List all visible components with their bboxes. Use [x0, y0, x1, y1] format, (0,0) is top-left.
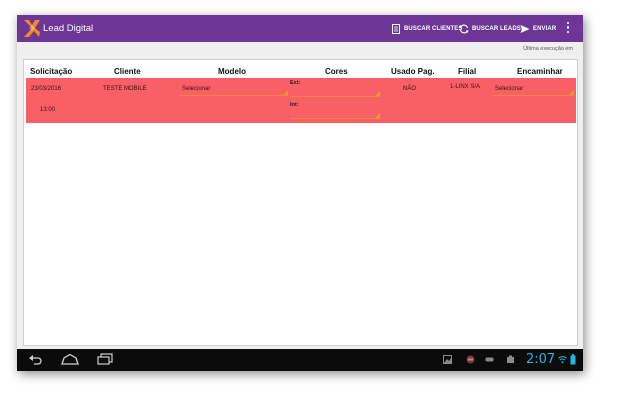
buscar-leads-label: BUSCAR LEADS: [472, 25, 521, 32]
dropdown-indicator-icon: [569, 90, 574, 95]
storage-notification-icon: [507, 355, 514, 363]
column-header-encaminhar: Encaminhar: [517, 67, 563, 76]
enviar-button[interactable]: ENVIAR: [520, 15, 556, 42]
column-header-solicitacao: Solicitação: [30, 67, 73, 76]
solicitacao-date: 23/03/2016: [31, 86, 62, 92]
buscar-clientes-button[interactable]: BUSCAR CLIENTES: [391, 15, 463, 42]
column-header-usado-pag: Usado Pag.: [391, 67, 435, 76]
dropdown-indicator-icon: [375, 113, 380, 118]
overflow-menu-icon[interactable]: [565, 22, 571, 36]
app-bar: Lead Digital BUSCAR CLIENTES BUSCAR LEAD…: [17, 15, 583, 42]
tablet-screen: Lead Digital BUSCAR CLIENTES BUSCAR LEAD…: [17, 15, 583, 371]
buscar-leads-button[interactable]: BUSCAR LEADS: [459, 15, 521, 42]
cliente-value: TESTE MOBILE: [103, 86, 147, 92]
cor-ext-select[interactable]: [290, 87, 380, 97]
app-notification-icon: [466, 355, 475, 364]
last-execution-status: Última execução em: [523, 46, 573, 52]
buscar-clientes-label: BUSCAR CLIENTES: [404, 25, 463, 32]
dropdown-indicator-icon: [283, 90, 288, 95]
app-title: Lead Digital: [43, 23, 94, 34]
column-header-cores: Cores: [325, 67, 348, 76]
filial-value: 1-LINX S/A: [450, 84, 481, 90]
gamepad-notification-icon: [485, 357, 494, 362]
gallery-notification-icon: [443, 355, 452, 364]
back-icon[interactable]: [29, 353, 43, 365]
recent-apps-icon[interactable]: [97, 353, 113, 365]
system-clock: 2:07: [526, 352, 556, 367]
lead-digital-logo: [24, 20, 40, 37]
column-header-cliente: Cliente: [114, 67, 141, 76]
battery-icon: [570, 354, 576, 365]
encaminhar-select-value: Selecionar: [495, 86, 524, 92]
enviar-label: ENVIAR: [533, 25, 557, 32]
home-icon[interactable]: [61, 353, 79, 365]
cor-int-select[interactable]: [290, 109, 380, 119]
refresh-icon: [459, 24, 469, 34]
system-navigation-bar: 2:07: [17, 349, 583, 371]
usado-pag-value: NÃO: [403, 86, 417, 92]
leads-table-panel: Solicitação Cliente Modelo Cores Usado P…: [23, 59, 578, 346]
table-row[interactable]: 23/03/2016 13:00 TESTE MOBILE Selecionar…: [26, 78, 576, 123]
encaminhar-select[interactable]: Selecionar: [493, 82, 574, 96]
column-header-modelo: Modelo: [218, 67, 246, 76]
solicitacao-time: 13:00: [40, 107, 56, 113]
send-icon: [520, 24, 530, 34]
dropdown-indicator-icon: [375, 91, 380, 96]
cor-int-label: Int:: [290, 102, 299, 108]
column-header-filial: Filial: [458, 67, 477, 76]
document-icon: [391, 23, 401, 34]
modelo-select-value: Selecionar: [182, 86, 211, 92]
modelo-select[interactable]: Selecionar: [180, 82, 288, 96]
cor-ext-label: Ext:: [290, 80, 301, 86]
wifi-icon: [558, 356, 567, 364]
table-header: Solicitação Cliente Modelo Cores Usado P…: [24, 67, 577, 77]
